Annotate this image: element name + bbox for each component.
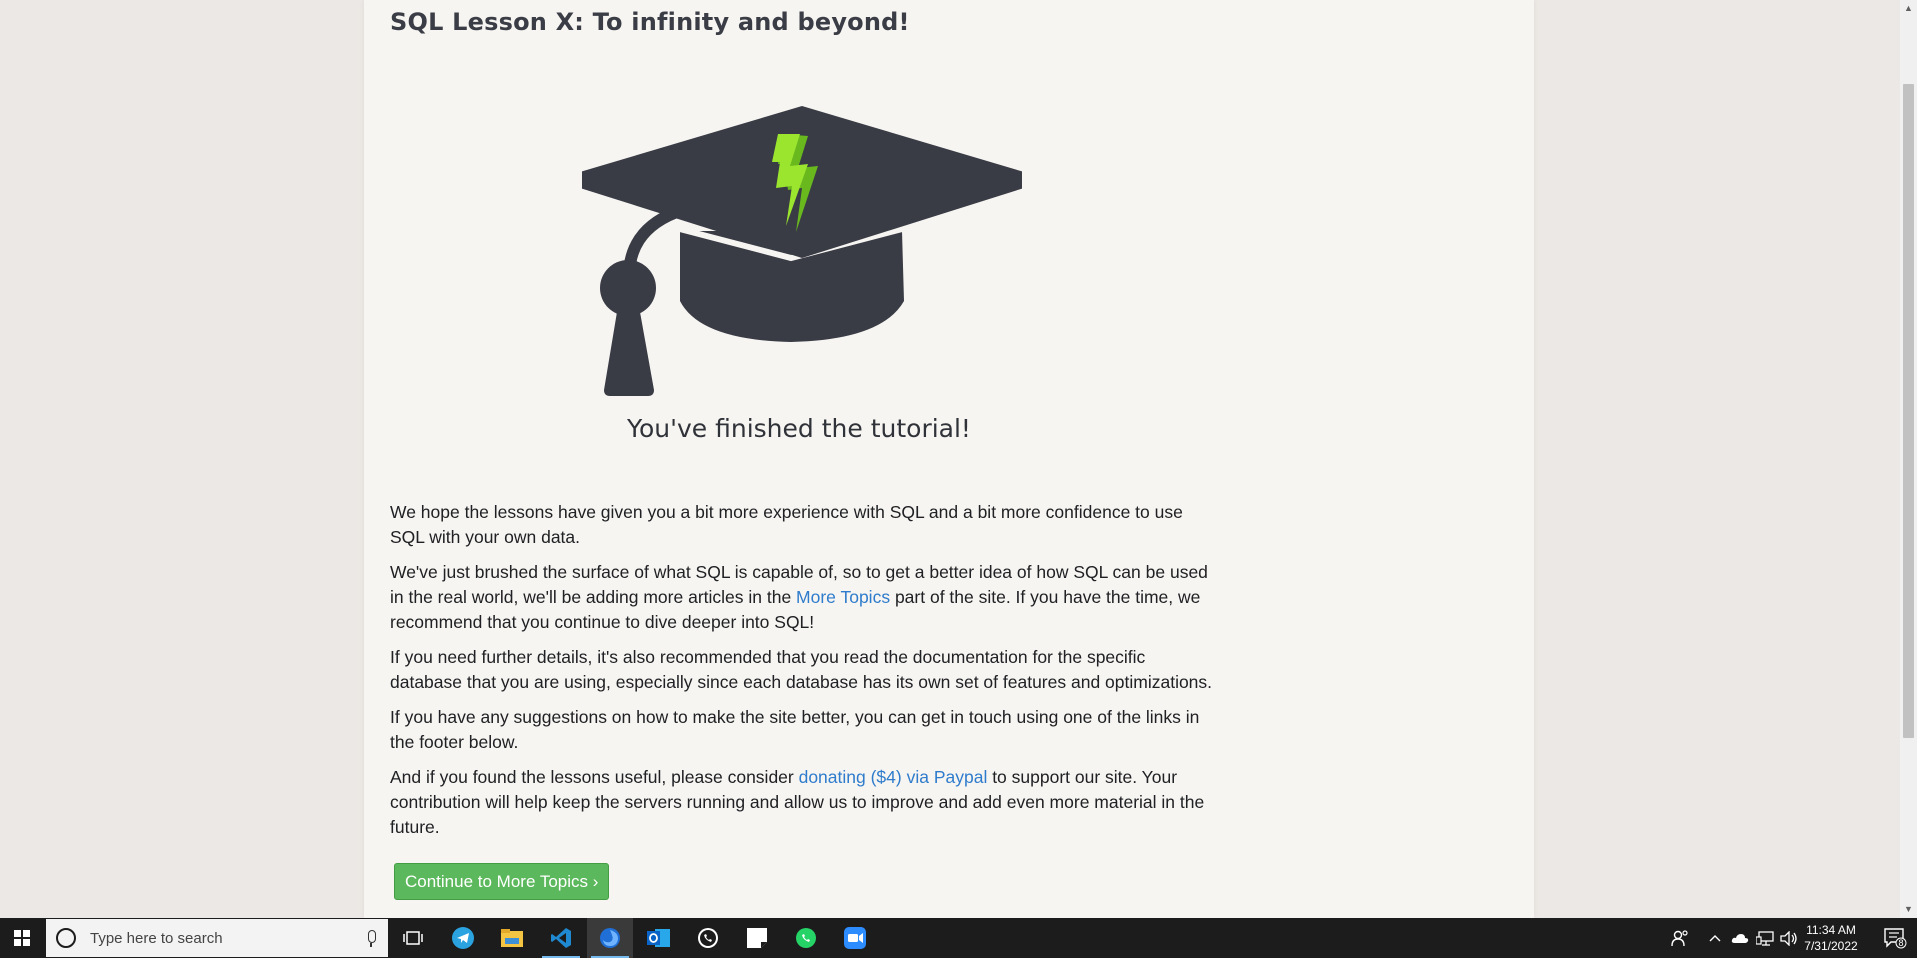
outlook-icon[interactable] [636, 918, 682, 958]
sticky-notes-icon[interactable] [734, 918, 780, 958]
cortana-icon [56, 928, 76, 948]
zoom-icon[interactable] [832, 918, 878, 958]
notification-badge: 8 [1898, 938, 1904, 948]
lesson-title: SQL Lesson X: To infinity and beyond! [390, 8, 910, 36]
file-explorer-icon[interactable] [489, 918, 535, 958]
people-icon[interactable] [1657, 918, 1703, 958]
notification-center-icon[interactable]: 8 [1872, 918, 1917, 958]
whatsapp-business-icon[interactable] [783, 918, 829, 958]
search-placeholder: Type here to search [90, 929, 223, 947]
paragraph-1: We hope the lessons have given you a bit… [390, 502, 1183, 547]
windows-taskbar: Type here to search 11:34 AM 7/31/2022 8 [0, 918, 1917, 958]
scroll-thumb[interactable] [1903, 84, 1914, 738]
graduation-cap-icon [582, 106, 1022, 396]
lesson-body: We hope the lessons have given you a bit… [390, 500, 1220, 850]
start-button[interactable] [0, 918, 44, 958]
task-view-icon[interactable] [390, 918, 436, 958]
clock-date: 7/31/2022 [1804, 939, 1858, 953]
scroll-up-arrow-icon[interactable]: ▲ [1900, 0, 1917, 17]
clock-time: 11:34 AM [1806, 923, 1856, 937]
scroll-down-arrow-icon[interactable]: ▼ [1900, 901, 1917, 918]
finished-caption: You've finished the tutorial! [627, 414, 971, 443]
windows-logo-icon [14, 930, 30, 946]
browser-viewport: SQL Lesson X: To infinity and beyond! Yo… [0, 0, 1917, 918]
paragraph-3: If you need further details, it's also r… [390, 647, 1213, 692]
lesson-content: SQL Lesson X: To infinity and beyond! Yo… [364, 0, 1534, 918]
paragraph-5-text: And if you found the lessons useful, ple… [390, 767, 799, 787]
whatsapp-icon[interactable] [685, 918, 731, 958]
vscode-icon[interactable] [538, 918, 584, 958]
microphone-icon[interactable] [366, 929, 376, 947]
firefox-icon[interactable] [587, 918, 633, 958]
paragraph-5: And if you found the lessons useful, ple… [390, 765, 1220, 840]
paragraph-4: If you have any suggestions on how to ma… [390, 707, 1200, 752]
system-clock[interactable]: 11:34 AM 7/31/2022 [1798, 922, 1864, 954]
continue-button[interactable]: Continue to More Topics › [394, 863, 610, 900]
vertical-scrollbar[interactable]: ▲ ▼ [1900, 0, 1917, 918]
telegram-icon[interactable] [440, 918, 486, 958]
paypal-donate-link[interactable]: donating ($4) via Paypal [799, 767, 988, 787]
taskbar-search[interactable]: Type here to search [46, 919, 388, 957]
more-topics-link[interactable]: More Topics [796, 587, 890, 607]
paragraph-2: We've just brushed the surface of what S… [390, 560, 1220, 635]
